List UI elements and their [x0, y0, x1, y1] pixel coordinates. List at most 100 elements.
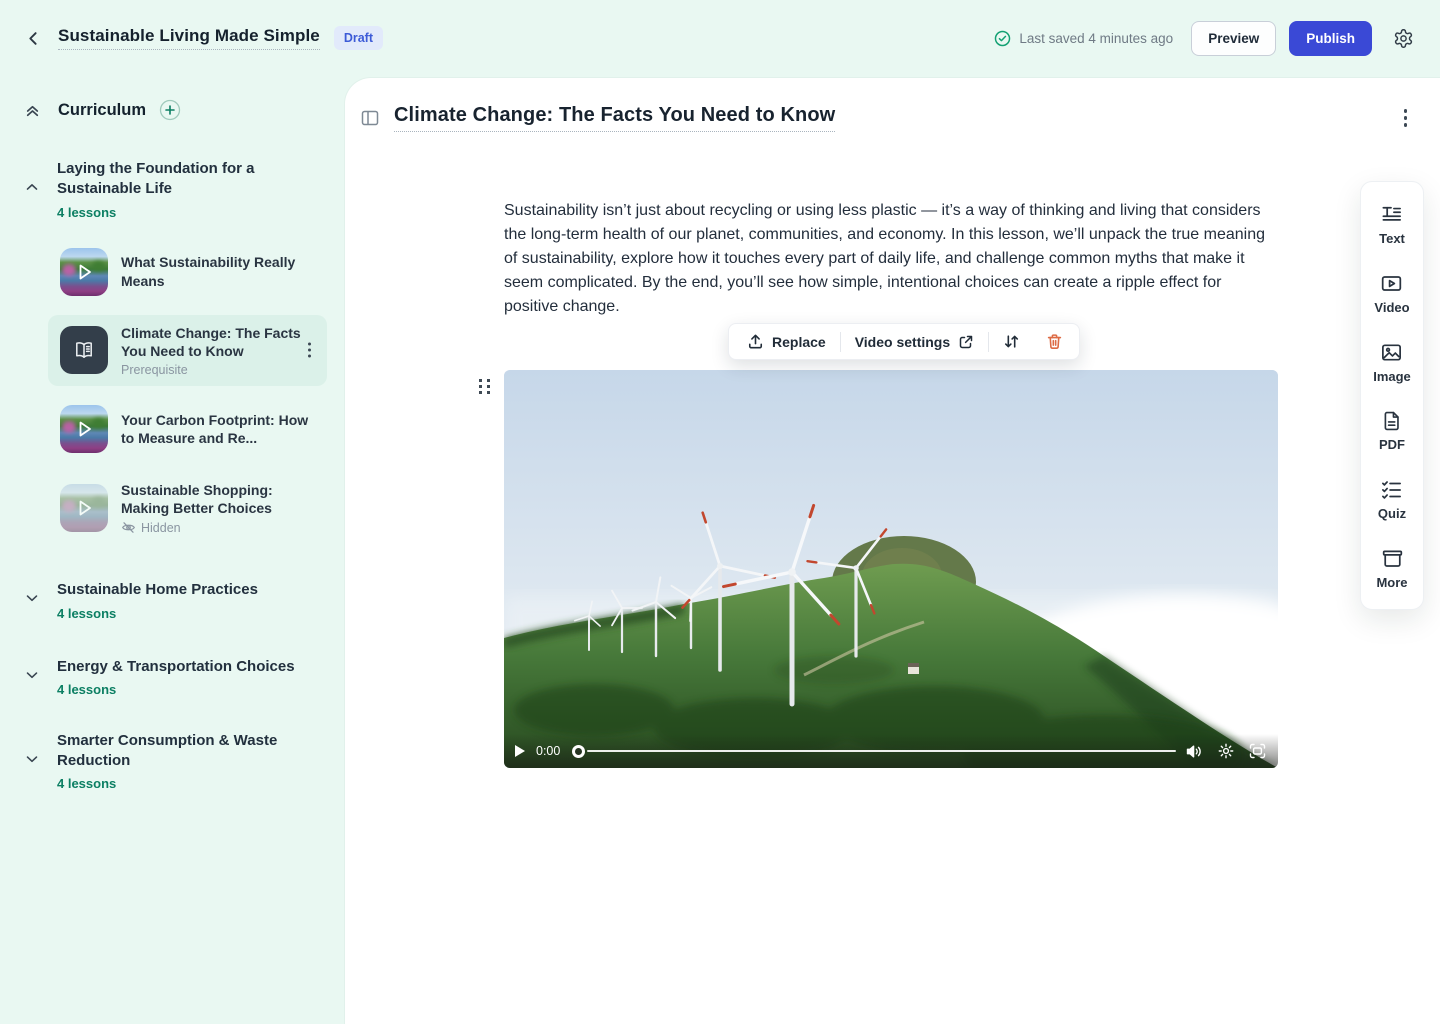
video-icon [1380, 272, 1403, 295]
curriculum-title: Curriculum [58, 101, 146, 120]
chevron-down-icon[interactable] [24, 751, 40, 767]
lesson-title: What Sustainability Really Means [121, 253, 317, 289]
course-title[interactable]: Sustainable Living Made Simple [58, 26, 320, 50]
app-header: Sustainable Living Made Simple Draft Las… [0, 0, 1440, 76]
chevron-down-icon[interactable] [24, 667, 40, 683]
curriculum-section: Sustainable Home Practices 4 lessons [0, 580, 345, 620]
lesson-menu-button[interactable] [304, 339, 315, 362]
section-lesson-count: 4 lessons [57, 776, 325, 791]
fullscreen-button[interactable] [1249, 743, 1266, 759]
volume-button[interactable] [1186, 744, 1203, 759]
video-settings-button[interactable]: Video settings [841, 324, 988, 359]
publish-button[interactable]: Publish [1289, 21, 1372, 56]
panel-left-icon [361, 109, 379, 127]
chevron-left-icon [25, 30, 42, 47]
saved-status-text: Last saved 4 minutes ago [1019, 31, 1173, 46]
curriculum-section: Energy & Transportation Choices 4 lesson… [0, 657, 345, 697]
text-icon [1380, 203, 1403, 226]
video-thumbnail [60, 248, 108, 296]
curriculum-section: Smarter Consumption & Waste Reduction 4 … [0, 731, 345, 792]
lesson-item-selected[interactable]: Climate Change: The Facts You Need to Kn… [48, 315, 327, 386]
add-text-block-button[interactable]: Text [1379, 203, 1405, 246]
playback-time: 0:00 [536, 744, 560, 758]
player-settings-button[interactable] [1218, 743, 1234, 759]
wind-farm-video-frame [504, 370, 1278, 768]
tool-label: More [1376, 575, 1407, 590]
curriculum-header: Curriculum [0, 99, 345, 121]
curriculum-sidebar: Curriculum Laying the Foundation for a S… [0, 76, 345, 1024]
replace-label: Replace [772, 334, 826, 350]
lesson-subtitle: Hidden [141, 521, 181, 535]
reading-thumbnail [60, 326, 108, 374]
tool-label: Quiz [1378, 506, 1406, 521]
chevron-up-icon[interactable] [24, 179, 40, 195]
video-controls-bar: 0:00 [504, 734, 1278, 768]
video-thumbnail [60, 484, 108, 532]
lesson-page-title[interactable]: Climate Change: The Facts You Need to Kn… [394, 104, 835, 132]
tool-label: Video [1374, 300, 1409, 315]
external-link-icon [958, 334, 974, 350]
play-icon [60, 484, 108, 532]
section-lesson-count: 4 lessons [57, 682, 325, 697]
lesson-subtitle: Prerequisite [121, 363, 317, 377]
archive-box-icon [1381, 547, 1404, 570]
section-title[interactable]: Smarter Consumption & Waste Reduction [57, 731, 325, 772]
chevron-down-icon[interactable] [24, 590, 40, 606]
lesson-item-hidden[interactable]: Sustainable Shopping: Making Better Choi… [48, 472, 327, 544]
video-toolbar: Replace Video settings [728, 323, 1080, 360]
lesson-options-button[interactable] [1399, 104, 1413, 132]
replace-video-button[interactable]: Replace [733, 324, 840, 359]
upload-icon [747, 333, 764, 350]
video-thumbnail [60, 405, 108, 453]
lesson-header: Climate Change: The Facts You Need to Kn… [345, 78, 1440, 132]
block-tool-panel: Text Video Image PDF Quiz [1360, 181, 1424, 610]
tool-label: Text [1379, 231, 1405, 246]
preview-button[interactable]: Preview [1191, 21, 1276, 56]
up-down-arrows-icon [1003, 333, 1020, 350]
video-player[interactable]: 0:00 [504, 370, 1278, 768]
section-lesson-count: 4 lessons [57, 606, 325, 621]
section-title[interactable]: Energy & Transportation Choices [57, 657, 325, 677]
block-drag-handle[interactable] [475, 375, 495, 398]
scrubber-handle[interactable] [572, 745, 585, 758]
plus-circle-icon [159, 99, 181, 121]
tool-label: Image [1373, 369, 1411, 384]
settings-button[interactable] [1393, 28, 1414, 49]
gear-icon [1393, 28, 1414, 49]
section-lesson-count: 4 lessons [57, 205, 325, 220]
collapse-all-button[interactable] [24, 102, 41, 119]
add-pdf-block-button[interactable]: PDF [1379, 410, 1405, 452]
section-title[interactable]: Sustainable Home Practices [57, 580, 325, 600]
delete-block-button[interactable] [1034, 324, 1075, 359]
lesson-item[interactable]: Your Carbon Footprint: How to Measure an… [48, 396, 327, 462]
add-video-block-button[interactable]: Video [1374, 272, 1409, 315]
pdf-document-icon [1381, 410, 1403, 432]
chevrons-up-icon [24, 102, 41, 119]
back-button[interactable] [25, 30, 42, 47]
play-icon [60, 248, 108, 296]
progress-track[interactable] [587, 750, 1176, 753]
lesson-title: Climate Change: The Facts You Need to Kn… [121, 324, 317, 360]
lesson-body-text[interactable]: Sustainability isn’t just about recyclin… [504, 199, 1280, 319]
add-section-button[interactable] [159, 99, 181, 121]
section-title[interactable]: Laying the Foundation for a Sustainable … [57, 159, 325, 200]
lesson-list: What Sustainability Really Means Climate… [0, 239, 345, 545]
more-blocks-button[interactable]: More [1376, 547, 1407, 590]
book-open-icon [72, 338, 96, 362]
quiz-checklist-icon [1380, 478, 1403, 501]
play-icon [60, 405, 108, 453]
status-badge: Draft [334, 26, 383, 50]
play-button[interactable] [514, 744, 526, 758]
lesson-editor: Climate Change: The Facts You Need to Kn… [345, 78, 1440, 1024]
trash-icon [1046, 333, 1063, 350]
saved-status: Last saved 4 minutes ago [994, 30, 1173, 47]
add-image-block-button[interactable]: Image [1373, 341, 1411, 384]
eye-off-icon [121, 520, 136, 535]
add-quiz-block-button[interactable]: Quiz [1378, 478, 1406, 521]
video-settings-label: Video settings [855, 334, 950, 350]
toggle-sidebar-button[interactable] [361, 109, 379, 127]
reorder-block-button[interactable] [989, 324, 1034, 359]
lesson-title: Your Carbon Footprint: How to Measure an… [121, 411, 317, 447]
tool-label: PDF [1379, 437, 1405, 452]
lesson-item[interactable]: What Sustainability Really Means [48, 239, 327, 305]
